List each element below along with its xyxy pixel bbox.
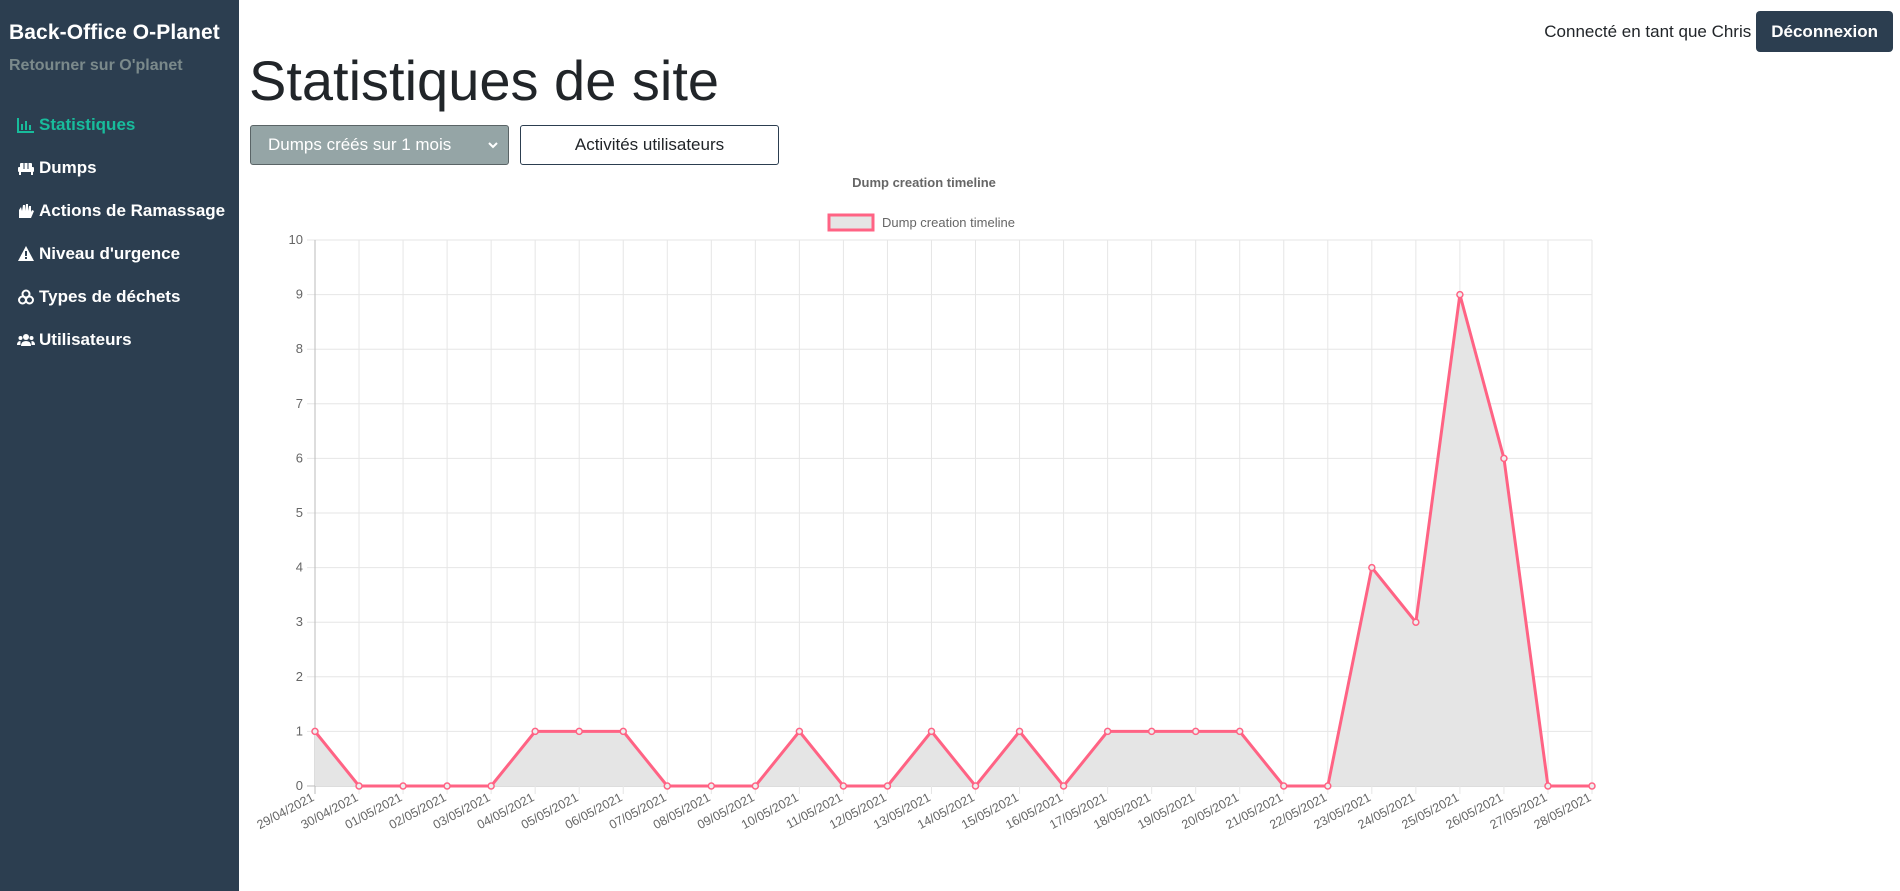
plot-area: 01234567891029/04/202130/04/202101/05/20…: [255, 232, 1596, 832]
y-tick-label: 1: [296, 723, 303, 738]
period-select[interactable]: Dumps créés sur 1 mois: [250, 125, 509, 165]
sidebar-item-label: Utilisateurs: [39, 329, 132, 349]
users-icon: [17, 331, 35, 349]
data-point: [1456, 290, 1464, 299]
data-point: [1544, 782, 1552, 790]
sidebar-item-label: Statistiques: [39, 114, 136, 134]
y-tick-label: 8: [296, 341, 303, 356]
logged-in-as-text: Connecté en tant que Chris: [1544, 21, 1752, 41]
y-tick-label: 7: [296, 396, 303, 411]
data-point: [1280, 782, 1288, 790]
sidebar-nav: Statistiques Dumps Actions de Ramassage …: [17, 103, 225, 361]
sidebar-item-dumps[interactable]: Dumps: [17, 146, 225, 189]
y-tick-label: 9: [296, 287, 303, 302]
chart-bar-icon: [17, 116, 35, 134]
data-point: [707, 782, 716, 790]
y-tick-label: 5: [296, 505, 303, 520]
couch-icon: [17, 159, 35, 177]
data-point: [1059, 782, 1068, 790]
data-point: [531, 727, 539, 736]
y-tick-label: 3: [296, 614, 303, 629]
chart-title: Dump creation timeline: [852, 175, 996, 190]
back-to-oplanet-link[interactable]: Retourner sur O'planet: [9, 57, 183, 75]
sidebar: Back-Office O-Planet Retourner sur O'pla…: [0, 0, 239, 891]
chevron-down-icon: [486, 138, 500, 152]
y-tick-label: 10: [289, 232, 303, 247]
sidebar-item-label: Types de déchets: [39, 286, 181, 306]
sidebar-item-label: Dumps: [39, 157, 97, 177]
sidebar-item-actions-ramassage[interactable]: Actions de Ramassage: [17, 189, 225, 232]
data-point: [751, 782, 760, 790]
user-bar: Connecté en tant que Chris Déconnexion: [1544, 11, 1893, 52]
data-point: [1147, 727, 1156, 736]
data-point: [1191, 727, 1200, 736]
data-point: [1235, 727, 1244, 736]
data-point: [1500, 454, 1508, 463]
y-tick-label: 0: [296, 778, 303, 793]
sidebar-item-types-dechets[interactable]: Types de déchets: [17, 275, 225, 318]
data-point: [971, 782, 980, 790]
data-point: [927, 727, 936, 736]
data-point: [883, 782, 892, 790]
data-point: [1588, 782, 1596, 790]
sidebar-item-label: Actions de Ramassage: [39, 200, 226, 220]
data-point: [1015, 727, 1024, 736]
y-tick-label: 6: [296, 450, 303, 465]
data-point: [487, 782, 495, 790]
data-point: [619, 727, 627, 736]
period-select-value: Dumps créés sur 1 mois: [268, 135, 452, 154]
sidebar-item-niveau-urgence[interactable]: Niveau d'urgence: [17, 232, 225, 275]
page-title: Statistiques de site: [249, 49, 720, 112]
sidebar-item-statistiques[interactable]: Statistiques: [17, 103, 225, 146]
data-point: [443, 782, 451, 790]
logout-button[interactable]: Déconnexion: [1756, 11, 1893, 52]
data-point: [575, 727, 583, 736]
legend-label: Dump creation timeline: [882, 215, 1015, 230]
data-point: [1324, 782, 1332, 790]
biohazard-icon: [17, 288, 35, 306]
data-point: [1103, 727, 1112, 736]
data-point: [1368, 563, 1376, 572]
dump-timeline-chart: Dump creation timeline Dump creation tim…: [255, 175, 1596, 832]
y-tick-label: 4: [296, 560, 303, 575]
data-point: [795, 727, 804, 736]
y-tick-label: 2: [296, 669, 303, 684]
sidebar-item-utilisateurs[interactable]: Utilisateurs: [17, 318, 225, 361]
series-area: [315, 294, 1592, 786]
data-point: [399, 782, 407, 790]
data-point: [311, 727, 319, 736]
brand-title: Back-Office O-Planet: [9, 21, 220, 44]
hands-icon: [17, 202, 35, 220]
data-point: [1412, 618, 1420, 626]
legend-swatch: [827, 213, 875, 232]
user-activity-button[interactable]: Activités utilisateurs: [520, 125, 779, 165]
data-point: [839, 782, 848, 790]
warning-triangle-icon: [17, 245, 35, 263]
sidebar-item-label: Niveau d'urgence: [39, 243, 181, 263]
data-point: [355, 782, 363, 790]
data-point: [663, 782, 672, 790]
